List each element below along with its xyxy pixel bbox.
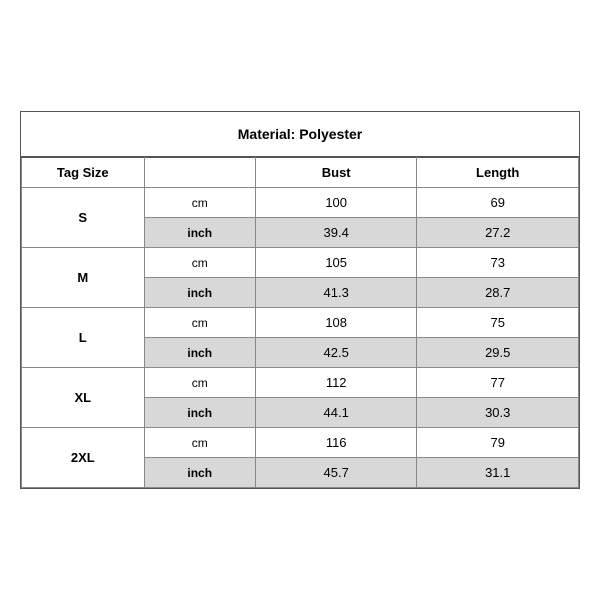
unit-header (144, 158, 255, 188)
unit-inch-cell: inch (144, 458, 255, 488)
unit-cm-cell: cm (144, 428, 255, 458)
length-inch-cell: 29.5 (417, 338, 579, 368)
length-inch-cell: 31.1 (417, 458, 579, 488)
bust-cm-cell: 112 (255, 368, 417, 398)
table-row: XL cm 112 77 (22, 368, 579, 398)
unit-cm-cell: cm (144, 188, 255, 218)
length-inch-cell: 30.3 (417, 398, 579, 428)
table-row: L cm 108 75 (22, 308, 579, 338)
bust-cm-cell: 116 (255, 428, 417, 458)
bust-cm-cell: 105 (255, 248, 417, 278)
unit-cm-cell: cm (144, 248, 255, 278)
tag-size-cell: S (22, 188, 145, 248)
unit-inch-cell: inch (144, 278, 255, 308)
tag-size-header: Tag Size (22, 158, 145, 188)
table-header: Tag Size Bust Length (22, 158, 579, 188)
unit-inch-cell: inch (144, 218, 255, 248)
tag-size-cell: M (22, 248, 145, 308)
length-inch-cell: 28.7 (417, 278, 579, 308)
bust-header: Bust (255, 158, 417, 188)
size-chart: Material: Polyester Tag Size Bust Length… (20, 111, 580, 489)
bust-inch-cell: 39.4 (255, 218, 417, 248)
unit-inch-cell: inch (144, 398, 255, 428)
length-cm-cell: 75 (417, 308, 579, 338)
length-inch-cell: 27.2 (417, 218, 579, 248)
tag-size-cell: L (22, 308, 145, 368)
bust-inch-cell: 42.5 (255, 338, 417, 368)
unit-inch-cell: inch (144, 338, 255, 368)
bust-inch-cell: 45.7 (255, 458, 417, 488)
unit-cm-cell: cm (144, 308, 255, 338)
unit-cm-cell: cm (144, 368, 255, 398)
bust-inch-cell: 41.3 (255, 278, 417, 308)
bust-inch-cell: 44.1 (255, 398, 417, 428)
length-header: Length (417, 158, 579, 188)
length-cm-cell: 73 (417, 248, 579, 278)
bust-cm-cell: 108 (255, 308, 417, 338)
size-table: Tag Size Bust Length S cm 100 69 inch 39… (21, 157, 579, 488)
bust-cm-cell: 100 (255, 188, 417, 218)
length-cm-cell: 69 (417, 188, 579, 218)
length-cm-cell: 77 (417, 368, 579, 398)
length-cm-cell: 79 (417, 428, 579, 458)
chart-title: Material: Polyester (21, 112, 579, 157)
tag-size-cell: 2XL (22, 428, 145, 488)
table-row: S cm 100 69 (22, 188, 579, 218)
table-row: M cm 105 73 (22, 248, 579, 278)
table-row: 2XL cm 116 79 (22, 428, 579, 458)
tag-size-cell: XL (22, 368, 145, 428)
